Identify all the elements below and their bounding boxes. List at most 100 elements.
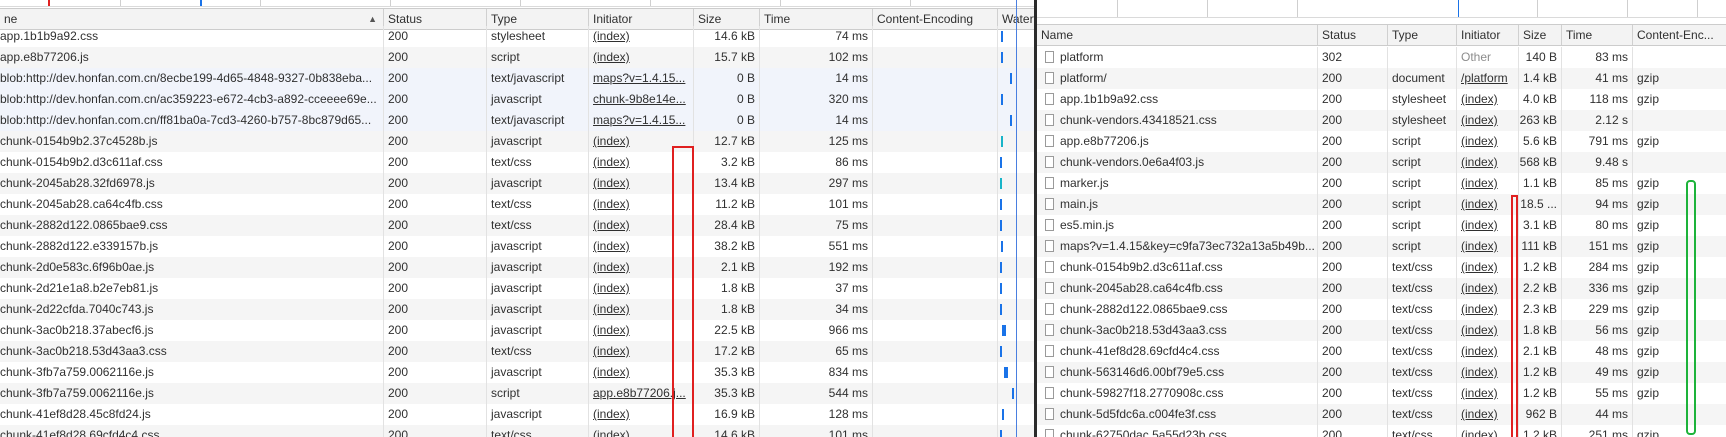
cell-initiator[interactable]: (index) (1456, 341, 1518, 362)
table-row[interactable]: chunk-2882d122.e339157b.js 200 javascript(… (0, 236, 1034, 257)
table-row[interactable]: blob:http://dev.honfan.com.cn/8ecbe199-4… (0, 68, 1034, 89)
request-name: chunk-2882d122.0865bae9.css (1060, 302, 1228, 316)
cell-time: 251 ms (1561, 425, 1632, 437)
table-row[interactable]: chunk-2d22cfda.7040c743.js 200 javascript(… (0, 299, 1034, 320)
table-row[interactable]: chunk-0154b9b2.d3c611af.css 200 text/css (i… (0, 152, 1034, 173)
cell-initiator[interactable]: (index) (1456, 236, 1518, 257)
column-header-name-label: ne (4, 12, 18, 26)
cell-content-encoding (872, 173, 997, 194)
timeline-overview[interactable] (0, 0, 1034, 7)
table-row[interactable]: chunk-2882d122.0865bae9.css 200 text/css (i… (1037, 299, 1726, 320)
request-name: es5.min.js (1060, 218, 1115, 232)
cell-initiator[interactable]: maps?v=1.4.15... (588, 68, 693, 89)
cell-time: 102 ms (759, 47, 872, 68)
cell-initiator[interactable]: (index) (1456, 425, 1518, 437)
cell-initiator[interactable]: (index) (1456, 320, 1518, 341)
table-row[interactable]: marker.js 200 script (index) 1.1 kB 85 ms gzip (1037, 173, 1726, 194)
cell-status: 200 (383, 215, 486, 236)
table-row[interactable]: chunk-3ac0b218.37abecf6.js 200 javascript(… (0, 320, 1034, 341)
cell-type: text/css (486, 152, 588, 173)
cell-initiator[interactable]: (index) (1456, 131, 1518, 152)
cell-size: 2.1 kB (693, 257, 759, 278)
request-name: main.js (1060, 197, 1099, 211)
cell-type: text/css (1387, 362, 1456, 383)
cell-time: 2.12 s (1561, 110, 1632, 131)
table-row[interactable]: chunk-vendors.0e6a4f03.js 200 script (index… (1037, 152, 1726, 173)
table-row[interactable]: chunk-2d21e1a8.b2e7eb81.js 200 javascript(… (0, 278, 1034, 299)
column-header-type[interactable]: Type (1387, 25, 1456, 45)
table-row[interactable]: platform 302 Other 140 B 83 ms (1037, 47, 1726, 68)
cell-initiator[interactable]: (index) (1456, 194, 1518, 215)
table-row[interactable]: chunk-2d0e583c.6f96b0ae.js 200 javascript(… (0, 257, 1034, 278)
cell-initiator[interactable]: maps?v=1.4.15... (588, 110, 693, 131)
cell-initiator[interactable]: /platform (1456, 68, 1518, 89)
table-row[interactable]: chunk-59827f18.2770908c.css 200 text/css (i… (1037, 383, 1726, 404)
table-row[interactable]: app.1b1b9a92.css 200 stylesheet (index) 14.6… (0, 26, 1034, 47)
table-row[interactable]: es5.min.js 200 script (index) 3.1 kB 80 ms gzi… (1037, 215, 1726, 236)
cell-initiator[interactable]: (index) (1456, 278, 1518, 299)
column-header-content-encoding[interactable]: Content-Enc... (1632, 25, 1726, 45)
table-row[interactable]: chunk-3fb7a759.0062116e.js 200 javascript(… (0, 362, 1034, 383)
waterfall-bar (1001, 52, 1003, 63)
file-icon (1045, 261, 1054, 273)
cell-initiator[interactable]: (index) (1456, 404, 1518, 425)
cell-initiator[interactable]: (index) (588, 47, 693, 68)
column-header-status[interactable]: Status (1317, 25, 1387, 45)
table-row[interactable]: chunk-3ac0b218.53d43aa3.css 200 text/css (i… (1037, 320, 1726, 341)
cell-initiator[interactable]: Other (1456, 47, 1518, 68)
cell-status: 200 (383, 320, 486, 341)
table-row[interactable]: app.e8b77206.js 200 script (index) 15.7 kB 10… (0, 47, 1034, 68)
table-row[interactable]: app.1b1b9a92.css 200 stylesheet (index) 4.0 … (1037, 89, 1726, 110)
cell-initiator[interactable]: chunk-9b8e14e... (588, 89, 693, 110)
table-row[interactable]: chunk-3ac0b218.53d43aa3.css 200 text/css (i… (0, 341, 1034, 362)
cell-enc: gzip (1632, 68, 1726, 89)
timeline-overview[interactable] (1037, 0, 1726, 18)
table-row[interactable]: app.e8b77206.js 200 script (index) 5.6 kB 791… (1037, 131, 1726, 152)
cell-initiator[interactable]: (index) (1456, 89, 1518, 110)
waterfall-bar (1002, 409, 1004, 420)
table-row[interactable]: chunk-vendors.43418521.css 200 stylesheet(… (1037, 110, 1726, 131)
request-name: platform (1060, 50, 1104, 64)
table-row[interactable]: chunk-0154b9b2.d3c611af.css 200 text/css (i… (1037, 257, 1726, 278)
cell-initiator[interactable]: (index) (1456, 362, 1518, 383)
column-header-initiator[interactable]: Initiator (1456, 25, 1518, 45)
waterfall-bar (1000, 262, 1002, 273)
cell-initiator[interactable]: (index) (1456, 215, 1518, 236)
table-row[interactable]: chunk-41ef8d28.45c8fd24.js 200 javascript(… (0, 404, 1034, 425)
table-row[interactable]: blob:http://dev.honfan.com.cn/ac359223-e… (0, 89, 1034, 110)
cell-status: 200 (383, 236, 486, 257)
column-header-time[interactable]: Time (1561, 25, 1632, 45)
cell-time: 14 ms (759, 68, 872, 89)
table-row[interactable]: blob:http://dev.honfan.com.cn/ff81ba0a-7… (0, 110, 1034, 131)
table-row[interactable]: chunk-41ef8d28.69cfd4c4.css 200 text/css (i… (1037, 341, 1726, 362)
cell-time: 65 ms (759, 341, 872, 362)
table-row[interactable]: chunk-2045ab28.32fd6978.js 200 javascript(… (0, 173, 1034, 194)
table-row[interactable]: main.js 200 script (index) 18.5 ... 94 ms gzip (1037, 194, 1726, 215)
cell-initiator[interactable]: (index) (1456, 383, 1518, 404)
cell-name: chunk-vendors.43418521.css (1037, 110, 1317, 131)
cell-name: chunk-2d0e583c.6f96b0ae.js (0, 260, 155, 274)
table-row[interactable]: chunk-3fb7a759.0062116e.js 200 script app.e… (0, 383, 1034, 404)
table-row[interactable]: chunk-2045ab28.ca64c4fb.css 200 text/css (i… (1037, 278, 1726, 299)
table-row[interactable]: platform/200 document/platform 1.4 kB 41 ms… (1037, 68, 1726, 89)
cell-size: 0 B (693, 68, 759, 89)
table-row[interactable]: chunk-2882d122.0865bae9.css 200 text/css (i… (0, 215, 1034, 236)
cell-initiator[interactable]: (index) (1456, 152, 1518, 173)
table-row[interactable]: chunk-41ef8d28.69cfd4c4.css 200 text/css (i… (0, 425, 1034, 437)
table-row[interactable]: chunk-563146d6.00bf79e5.css 200 text/css (i… (1037, 362, 1726, 383)
column-header-name[interactable]: Name (1037, 25, 1317, 45)
table-row[interactable]: chunk-62750dac.5a55d23b.css 200 text/css (i… (1037, 425, 1726, 437)
cell-initiator[interactable]: (index) (1456, 110, 1518, 131)
table-row[interactable]: chunk-0154b9b2.37c4528b.js 200 javascript(… (0, 131, 1034, 152)
cell-initiator[interactable]: (index) (1456, 173, 1518, 194)
cell-name: chunk-3ac0b218.37abecf6.js (0, 323, 154, 337)
table-row[interactable]: maps?v=1.4.15&key=c9fa73ec732a13a5b49b..… (1037, 236, 1726, 257)
table-row[interactable]: chunk-2045ab28.ca64c4fb.css 200 text/css (i… (0, 194, 1034, 215)
cell-content-encoding (872, 47, 997, 68)
cell-initiator[interactable]: (index) (588, 26, 693, 47)
cell-initiator[interactable]: (index) (1456, 299, 1518, 320)
cell-type (1387, 47, 1456, 68)
column-header-size[interactable]: Size (1518, 25, 1561, 45)
cell-initiator[interactable]: (index) (1456, 257, 1518, 278)
table-row[interactable]: chunk-5d5fdc6a.c004fe3f.css 200 text/css (i… (1037, 404, 1726, 425)
